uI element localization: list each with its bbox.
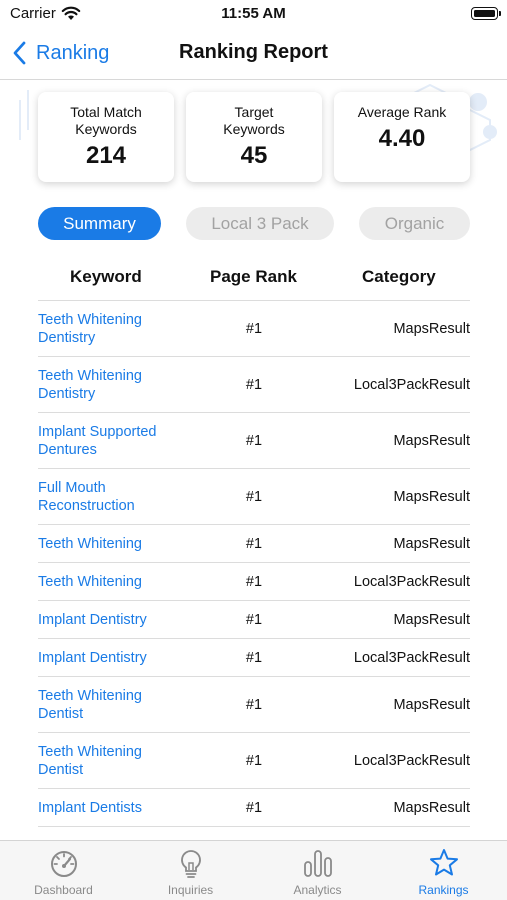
table-row[interactable]: Implant Supported Dentures #1 MapsResult	[38, 413, 470, 469]
stat-value: 214	[85, 142, 127, 169]
star-icon	[429, 849, 458, 876]
page-rank-cell: #1	[245, 488, 263, 505]
table-row[interactable]: Teeth Whitening Dentist #1 Local3PackRes…	[38, 733, 470, 789]
category-cell: MapsResult	[393, 432, 470, 449]
stat-label: Average Rank	[357, 104, 447, 120]
stat-value: 4.40	[378, 125, 426, 152]
stat-value: 45	[240, 142, 268, 169]
page-rank-cell: #1	[245, 611, 263, 628]
stat-card-total-match-keywords: Total Match Keywords 214	[38, 92, 174, 182]
keyword-link[interactable]: Teeth Whitening Dentist	[38, 687, 188, 723]
stats-row: Total Match Keywords 214 Target Keywords…	[38, 92, 470, 182]
category-cell: MapsResult	[393, 611, 470, 628]
tab-bar-label: Rankings	[418, 883, 469, 897]
report-segment-tabs: Summary Local 3 Pack Organic	[38, 207, 470, 241]
table-row[interactable]: Implant Dentists #1 MapsResult	[38, 789, 470, 827]
table-header: Keyword Page Rank Category	[38, 262, 470, 301]
gauge-icon	[50, 851, 77, 877]
navigation-bar: Ranking Ranking Report	[0, 28, 507, 80]
stat-label: Total Match Keywords	[70, 104, 142, 137]
category-cell: Local3PackResult	[353, 573, 470, 590]
stat-card-average-rank: Average Rank 4.40	[334, 92, 470, 182]
table-row[interactable]: Teeth Whitening Dentist #1 MapsResult	[38, 677, 470, 733]
tab-bar-rankings[interactable]: Rankings	[380, 841, 507, 900]
table-row[interactable]: Full Mouth Reconstruction #1 MapsResult	[38, 469, 470, 525]
keyword-link[interactable]: Teeth Whitening	[38, 535, 188, 553]
tab-bar-label: Inquiries	[167, 883, 214, 897]
bottom-tab-bar: Dashboard Inquiries Analytics Rankings	[0, 840, 507, 900]
page-title: Ranking Report	[179, 41, 328, 63]
bars-icon	[303, 850, 332, 877]
category-cell: MapsResult	[393, 799, 470, 816]
keyword-link[interactable]: Teeth Whitening Dentistry	[38, 367, 188, 403]
status-bar: Carrier 11:55 AM	[0, 0, 507, 28]
category-cell: MapsResult	[393, 320, 470, 337]
tab-bar-label: Dashboard	[34, 883, 93, 897]
tab-local-3-pack[interactable]: Local 3 Pack	[186, 207, 334, 240]
ranking-table: Teeth Whitening Dentistry #1 MapsResult …	[38, 301, 470, 827]
tab-bar-dashboard[interactable]: Dashboard	[0, 841, 127, 900]
tab-bar-analytics[interactable]: Analytics	[254, 841, 381, 900]
page-rank-cell: #1	[245, 535, 263, 552]
lightbulb-icon	[180, 850, 201, 878]
table-row[interactable]: Implant Dentistry #1 Local3PackResult	[38, 639, 470, 677]
category-cell: MapsResult	[393, 488, 470, 505]
battery-icon	[471, 7, 501, 20]
keyword-link[interactable]: Teeth Whitening	[38, 573, 188, 591]
keyword-link[interactable]: Teeth Whitening Dentistry	[38, 311, 188, 347]
table-row[interactable]: Teeth Whitening Dentistry #1 Local3PackR…	[38, 357, 470, 413]
category-cell: Local3PackResult	[353, 752, 470, 769]
keyword-link[interactable]: Implant Supported Dentures	[38, 423, 188, 459]
table-row[interactable]: Teeth Whitening #1 MapsResult	[38, 525, 470, 563]
status-time: 11:55 AM	[221, 5, 286, 22]
page-rank-cell: #1	[245, 573, 263, 590]
page-rank-cell: #1	[245, 649, 263, 666]
category-cell: Local3PackResult	[353, 649, 470, 666]
category-cell: MapsResult	[393, 535, 470, 552]
table-row[interactable]: Teeth Whitening #1 Local3PackResult	[38, 563, 470, 601]
tab-organic[interactable]: Organic	[359, 207, 470, 240]
tab-summary[interactable]: Summary	[38, 207, 161, 240]
stat-card-target-keywords: Target Keywords 45	[186, 92, 322, 182]
page-rank-cell: #1	[245, 376, 263, 393]
keyword-link[interactable]: Implant Dentistry	[38, 649, 188, 667]
keyword-link[interactable]: Full Mouth Reconstruction	[38, 479, 188, 515]
column-header-page-rank: Page Rank	[210, 267, 297, 286]
page-rank-cell: #1	[245, 696, 263, 713]
keyword-link[interactable]: Teeth Whitening Dentist	[38, 743, 188, 779]
keyword-link[interactable]: Implant Dentistry	[38, 611, 188, 629]
table-row[interactable]: Implant Dentistry #1 MapsResult	[38, 601, 470, 639]
page-rank-cell: #1	[245, 320, 263, 337]
page-rank-cell: #1	[245, 799, 263, 816]
page-rank-cell: #1	[245, 752, 263, 769]
column-header-keyword: Keyword	[70, 267, 142, 286]
page-rank-cell: #1	[245, 432, 263, 449]
tab-bar-inquiries[interactable]: Inquiries	[127, 841, 254, 900]
column-header-category: Category	[362, 267, 436, 286]
table-row[interactable]: Teeth Whitening Dentistry #1 MapsResult	[38, 301, 470, 357]
keyword-link[interactable]: Implant Dentists	[38, 799, 188, 817]
category-cell: MapsResult	[393, 696, 470, 713]
tab-bar-label: Analytics	[293, 883, 342, 897]
category-cell: Local3PackResult	[353, 376, 470, 393]
stat-label: Target Keywords	[223, 104, 285, 137]
